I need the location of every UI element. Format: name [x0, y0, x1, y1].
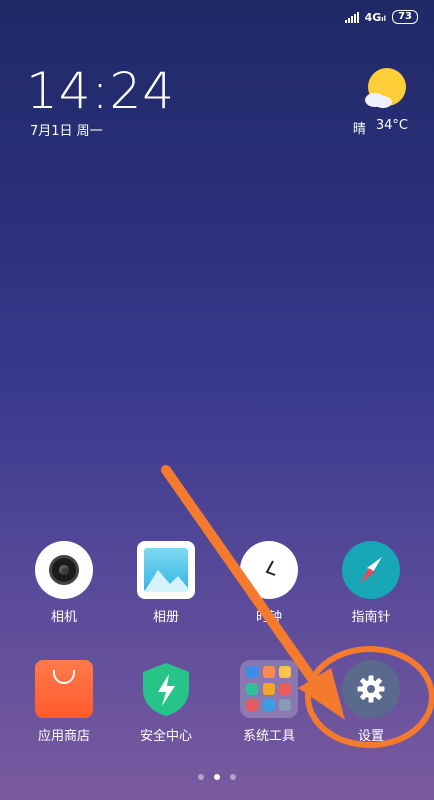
clock-date: 7月1日 周一 [30, 124, 103, 139]
app-label: 相册 [152, 610, 179, 625]
app-label: 时钟 [255, 610, 282, 625]
page-dot[interactable] [198, 774, 204, 780]
clock-time[interactable]: 14:24 [26, 62, 175, 120]
app-store-icon [35, 660, 93, 718]
app-label: 系统工具 [242, 729, 295, 744]
status-bar: 4Gıl 73 [344, 6, 418, 28]
app-security-center[interactable]: 安全中心 [121, 660, 211, 744]
battery-indicator: 73 [392, 10, 418, 24]
app-system-tools-folder[interactable]: 系统工具 [224, 660, 314, 744]
app-gallery[interactable]: 相册 [121, 541, 211, 625]
page-indicator[interactable] [0, 774, 434, 780]
app-label: 指南针 [351, 610, 391, 625]
weather-widget[interactable]: 晴 34°C [353, 118, 408, 137]
weather-condition: 晴 [352, 122, 366, 137]
sun-cloud-icon[interactable] [362, 66, 408, 112]
settings-gear-icon [342, 660, 400, 718]
compass-icon [342, 541, 400, 599]
page-dot[interactable] [230, 774, 236, 780]
app-app-store[interactable]: 应用商店 [19, 660, 109, 744]
app-clock[interactable]: 时钟 [224, 541, 314, 625]
weather-temperature: 34°C [375, 118, 408, 133]
signal-icon [344, 11, 359, 23]
app-camera[interactable]: 相机 [19, 541, 109, 625]
app-label: 安全中心 [139, 729, 192, 744]
clock-icon [240, 541, 298, 599]
app-settings[interactable]: 设置 [326, 660, 416, 744]
security-center-icon [137, 660, 195, 718]
gallery-icon [137, 541, 195, 599]
page-dot-active[interactable] [214, 774, 220, 780]
app-compass[interactable]: 指南针 [326, 541, 416, 625]
app-label: 设置 [357, 729, 384, 744]
camera-icon [35, 541, 93, 599]
system-tools-folder-icon [240, 660, 298, 718]
app-label: 应用商店 [37, 729, 90, 744]
app-label: 相机 [50, 610, 77, 625]
network-type: 4Gıl [364, 10, 387, 24]
